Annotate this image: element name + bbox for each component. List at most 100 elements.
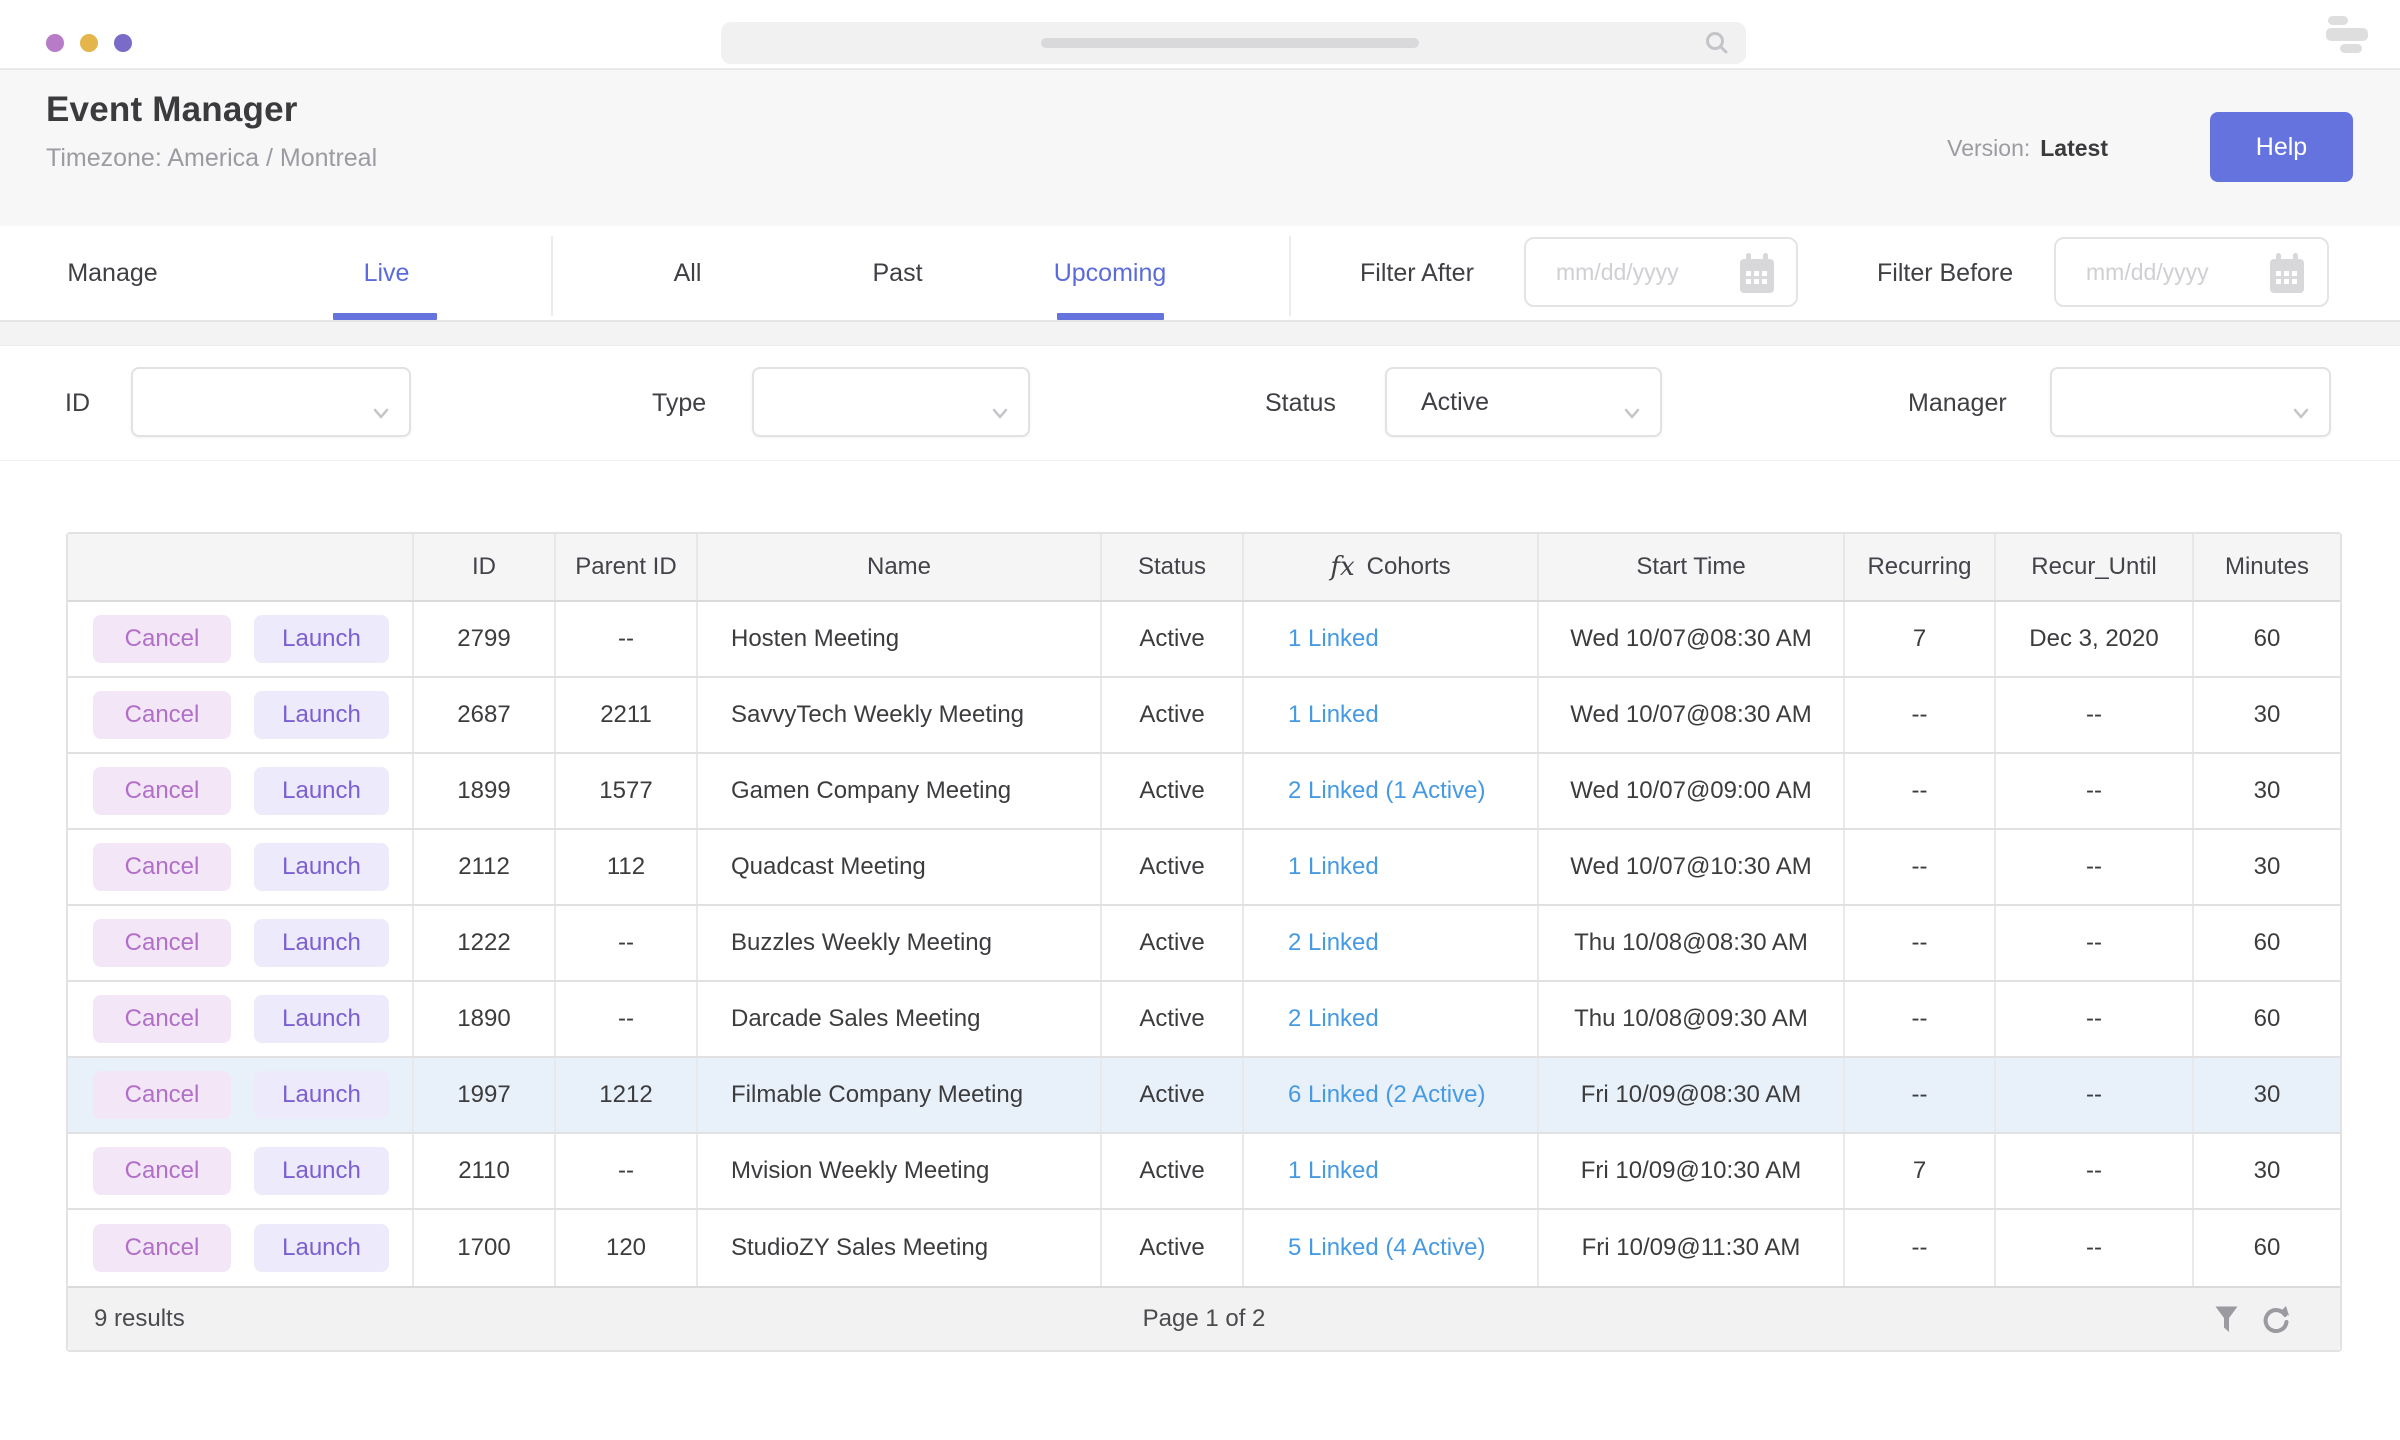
cancel-button[interactable]: Cancel — [93, 1071, 231, 1119]
tab-manage[interactable]: Manage — [40, 226, 185, 320]
launch-button[interactable]: Launch — [254, 1071, 389, 1119]
cell-minutes: 60 — [2194, 906, 2340, 980]
version-value: Latest — [2040, 135, 2108, 162]
tab-all[interactable]: All — [615, 226, 760, 320]
window-control-dot[interactable] — [80, 34, 98, 52]
table-row[interactable]: CancelLaunch2110--Mvision Weekly Meeting… — [68, 1134, 2340, 1210]
browser-menu-icon[interactable] — [2326, 16, 2370, 54]
cancel-button[interactable]: Cancel — [93, 1224, 231, 1272]
cell-cohorts: 1 Linked — [1244, 1134, 1539, 1208]
column-header-cohorts: fxCohorts — [1244, 534, 1539, 600]
cell-name: Darcade Sales Meeting — [698, 982, 1102, 1056]
column-header-id: ID — [414, 534, 556, 600]
cell-cohorts: 1 Linked — [1244, 602, 1539, 676]
table-row[interactable]: CancelLaunch19971212Filmable Company Mee… — [68, 1058, 2340, 1134]
refresh-icon[interactable] — [2262, 1306, 2290, 1334]
window-control-dot[interactable] — [46, 34, 64, 52]
cell-minutes: 60 — [2194, 602, 2340, 676]
launch-button[interactable]: Launch — [254, 691, 389, 739]
cell-recurring: -- — [1845, 982, 1996, 1056]
cell-status: Active — [1102, 678, 1244, 752]
window-control-dot[interactable] — [114, 34, 132, 52]
cancel-button[interactable]: Cancel — [93, 767, 231, 815]
cohorts-link[interactable]: 1 Linked — [1288, 701, 1379, 729]
cell-minutes: 30 — [2194, 1058, 2340, 1132]
cell-until: -- — [1996, 830, 2194, 904]
cohorts-link[interactable]: 1 Linked — [1288, 1157, 1379, 1185]
table-row[interactable]: CancelLaunch18991577Gamen Company Meetin… — [68, 754, 2340, 830]
cancel-button[interactable]: Cancel — [93, 995, 231, 1043]
cancel-button[interactable]: Cancel — [93, 919, 231, 967]
cancel-button[interactable]: Cancel — [93, 843, 231, 891]
tab-upcoming[interactable]: Upcoming — [1025, 226, 1195, 320]
cohorts-link[interactable]: 6 Linked (2 Active) — [1288, 1081, 1485, 1109]
cell-cohorts: 1 Linked — [1244, 830, 1539, 904]
cohorts-link[interactable]: 2 Linked — [1288, 1005, 1379, 1033]
fx-function-icon: fx — [1330, 552, 1354, 582]
column-header-parent: Parent ID — [556, 534, 698, 600]
cell-parent: 120 — [556, 1210, 698, 1286]
manager-filter-select[interactable] — [2050, 367, 2331, 437]
cell-recurring: -- — [1845, 1058, 1996, 1132]
cell-status: Active — [1102, 1058, 1244, 1132]
table-row[interactable]: CancelLaunch26872211SavvyTech Weekly Mee… — [68, 678, 2340, 754]
page-title: Event Manager — [46, 90, 298, 130]
cell-actions: Cancel Launch — [68, 1058, 414, 1132]
cancel-button[interactable]: Cancel — [93, 615, 231, 663]
cell-until: -- — [1996, 754, 2194, 828]
cell-until: Dec 3, 2020 — [1996, 602, 2194, 676]
status-filter-select[interactable]: Active — [1385, 367, 1662, 437]
id-filter-select[interactable] — [131, 367, 411, 437]
chevron-down-icon — [373, 397, 389, 426]
menu-bar — [2326, 28, 2368, 41]
cell-id: 1899 — [414, 754, 556, 828]
filter-icon[interactable] — [2215, 1306, 2238, 1334]
cell-recurring: -- — [1845, 906, 1996, 980]
cell-id: 1700 — [414, 1210, 556, 1286]
launch-button[interactable]: Launch — [254, 843, 389, 891]
table-row[interactable]: CancelLaunch1890--Darcade Sales MeetingA… — [68, 982, 2340, 1058]
cancel-button[interactable]: Cancel — [93, 1147, 231, 1195]
page-indicator: Page 1 of 2 — [1143, 1305, 1266, 1333]
launch-button[interactable]: Launch — [254, 615, 389, 663]
tab-live[interactable]: Live — [314, 226, 459, 320]
cell-until: -- — [1996, 1058, 2194, 1132]
type-filter-select[interactable] — [752, 367, 1030, 437]
cell-minutes: 60 — [2194, 1210, 2340, 1286]
table-row[interactable]: CancelLaunch1222--Buzzles Weekly Meeting… — [68, 906, 2340, 982]
chevron-down-icon — [992, 397, 1008, 426]
help-button[interactable]: Help — [2210, 112, 2353, 182]
cancel-button[interactable]: Cancel — [93, 691, 231, 739]
launch-button[interactable]: Launch — [254, 919, 389, 967]
cell-id: 2110 — [414, 1134, 556, 1208]
cell-start: Thu 10/08@08:30 AM — [1539, 906, 1845, 980]
cell-parent: -- — [556, 602, 698, 676]
cell-cohorts: 2 Linked — [1244, 982, 1539, 1056]
launch-button[interactable]: Launch — [254, 767, 389, 815]
table-row[interactable]: CancelLaunch2799--Hosten MeetingActive1 … — [68, 602, 2340, 678]
cell-actions: Cancel Launch — [68, 678, 414, 752]
calendar-icon[interactable] — [2268, 253, 2306, 300]
cohorts-link[interactable]: 1 Linked — [1288, 625, 1379, 653]
cell-minutes: 30 — [2194, 678, 2340, 752]
status-filter-value: Active — [1421, 388, 1489, 417]
cohorts-link[interactable]: 2 Linked — [1288, 929, 1379, 957]
address-bar-text-placeholder — [1041, 38, 1419, 48]
results-count: 9 results — [94, 1305, 185, 1333]
cell-actions: Cancel Launch — [68, 830, 414, 904]
tab-past[interactable]: Past — [825, 226, 970, 320]
launch-button[interactable]: Launch — [254, 1224, 389, 1272]
cohorts-link[interactable]: 1 Linked — [1288, 853, 1379, 881]
launch-button[interactable]: Launch — [254, 1147, 389, 1195]
column-header-recurring: Recurring — [1845, 534, 1996, 600]
table-row[interactable]: CancelLaunch2112112Quadcast MeetingActiv… — [68, 830, 2340, 906]
calendar-icon[interactable] — [1738, 253, 1776, 300]
cell-actions: Cancel Launch — [68, 1210, 414, 1286]
table-row[interactable]: CancelLaunch1700120StudioZY Sales Meetin… — [68, 1210, 2340, 1286]
launch-button[interactable]: Launch — [254, 995, 389, 1043]
cohorts-link[interactable]: 2 Linked (1 Active) — [1288, 777, 1485, 805]
timezone-subtitle: Timezone: America / Montreal — [46, 144, 377, 173]
browser-address-bar[interactable] — [721, 22, 1746, 64]
search-icon[interactable] — [1704, 30, 1730, 61]
cohorts-link[interactable]: 5 Linked (4 Active) — [1288, 1234, 1485, 1262]
